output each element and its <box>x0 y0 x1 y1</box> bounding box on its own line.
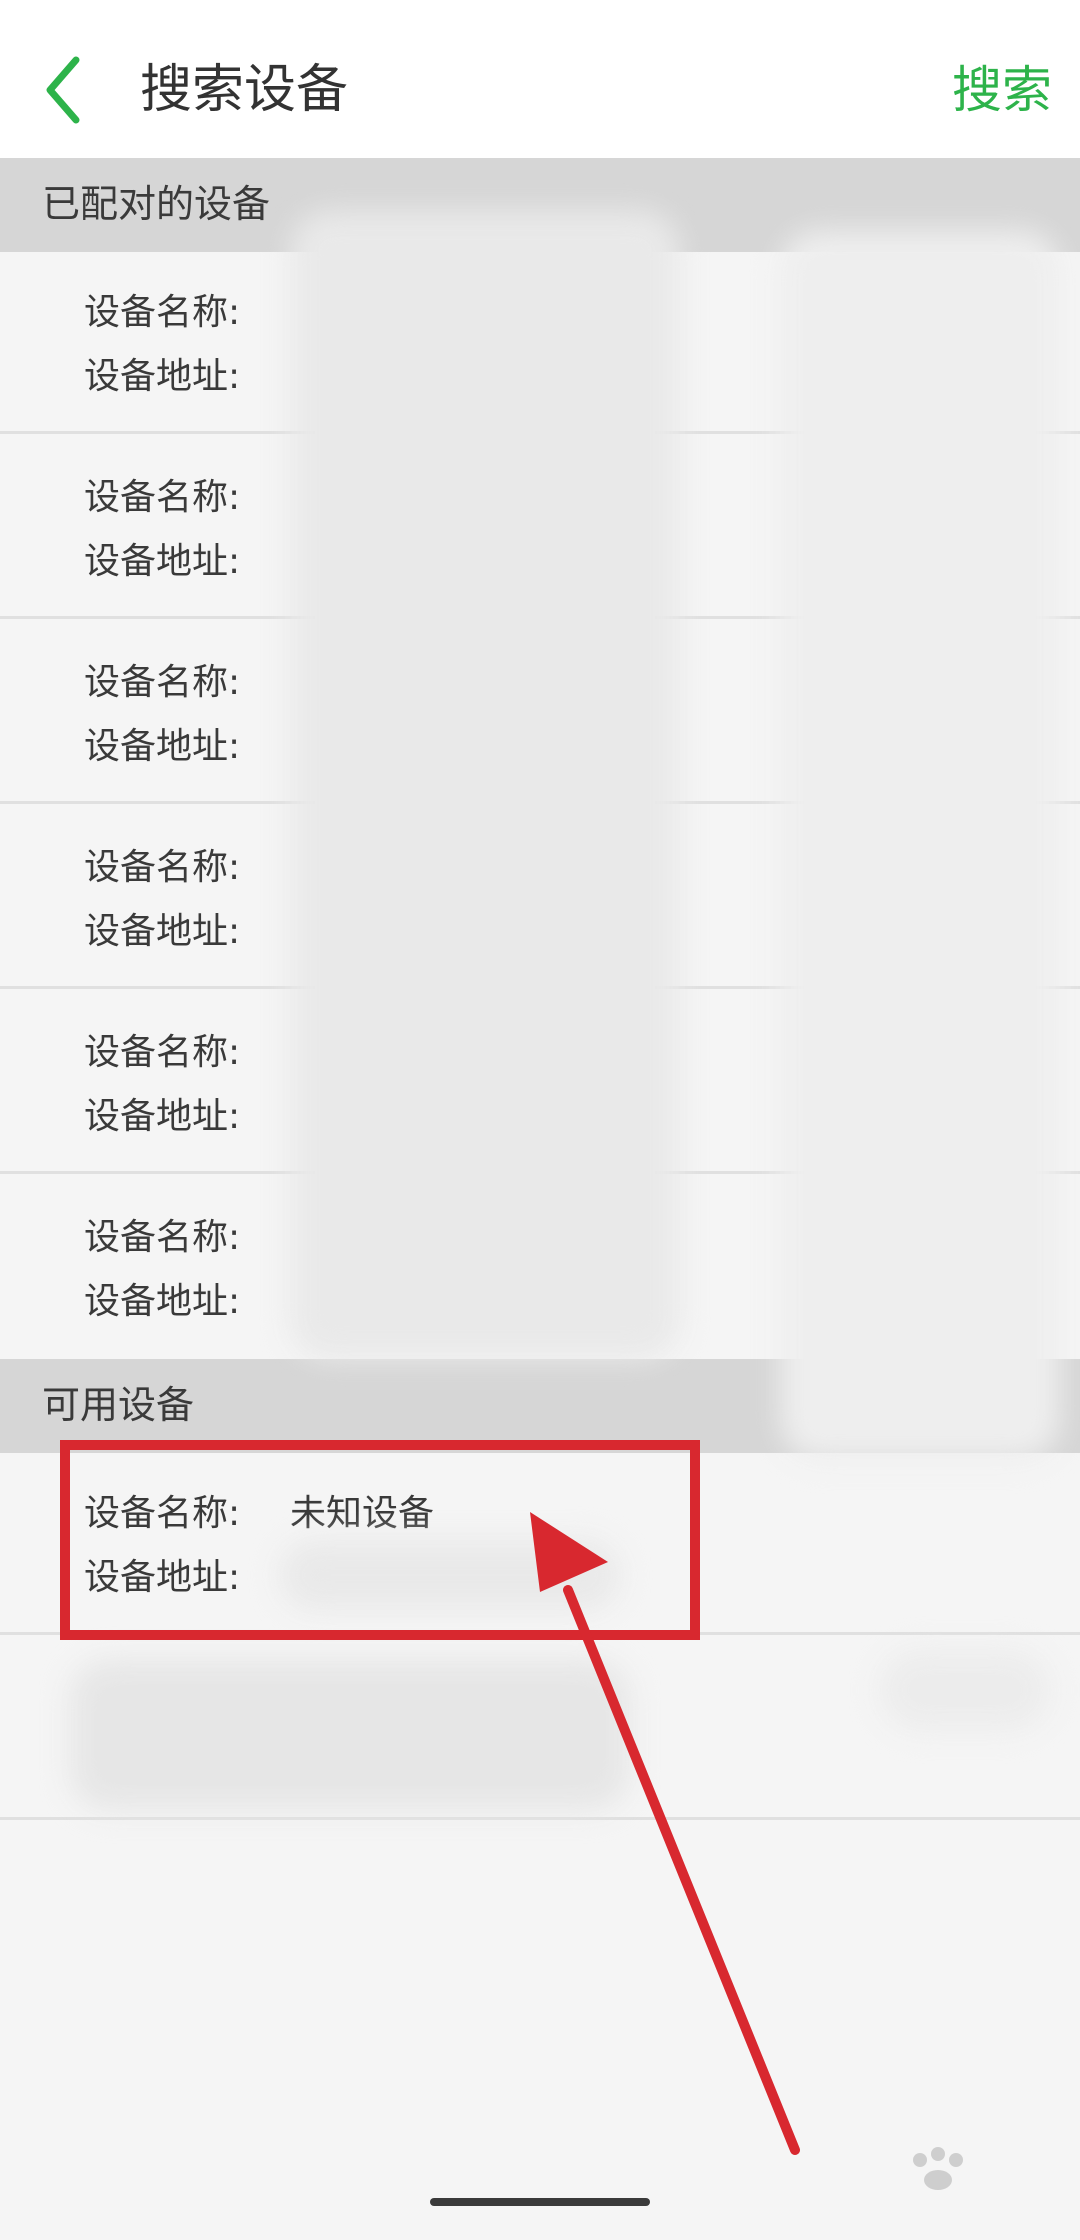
home-indicator[interactable] <box>430 2198 650 2206</box>
device-address-label: 设备地址: <box>84 911 241 952</box>
highlight-box <box>60 1440 700 1640</box>
privacy-blur <box>70 1660 630 1810</box>
device-name-label: 设备名称: <box>84 662 241 703</box>
device-name-label: 设备名称: <box>84 477 241 518</box>
privacy-blur <box>780 230 1060 1460</box>
device-name-label: 设备名称: <box>84 847 241 888</box>
page-title: 搜索设备 <box>140 60 349 120</box>
top-bar: 搜索设备 搜索 <box>0 0 1080 158</box>
device-address-label: 设备地址: <box>84 1281 241 1322</box>
baidu-watermark <box>800 2140 1050 2230</box>
search-devices-screen: 搜索设备 搜索 已配对的设备 设备名称: 设备地址: 设备名称: 设备地址: 设… <box>0 0 1080 2240</box>
device-name-label: 设备名称: <box>84 292 241 333</box>
search-button[interactable]: 搜索 <box>952 50 1052 130</box>
device-address-label: 设备地址: <box>84 1096 241 1137</box>
privacy-blur <box>290 210 680 1360</box>
paired-devices-title: 已配对的设备 <box>42 182 271 226</box>
back-button[interactable] <box>30 44 100 134</box>
device-address-label: 设备地址: <box>84 356 241 397</box>
baidu-paw-icon <box>913 2147 963 2190</box>
privacy-blur <box>880 1650 1050 1730</box>
device-name-label: 设备名称: <box>84 1217 241 1258</box>
device-name-label: 设备名称: <box>84 1032 241 1073</box>
device-address-label: 设备地址: <box>84 541 241 582</box>
chevron-left-icon <box>46 56 80 124</box>
device-address-label: 设备地址: <box>84 726 241 767</box>
available-devices-title: 可用设备 <box>42 1383 195 1427</box>
